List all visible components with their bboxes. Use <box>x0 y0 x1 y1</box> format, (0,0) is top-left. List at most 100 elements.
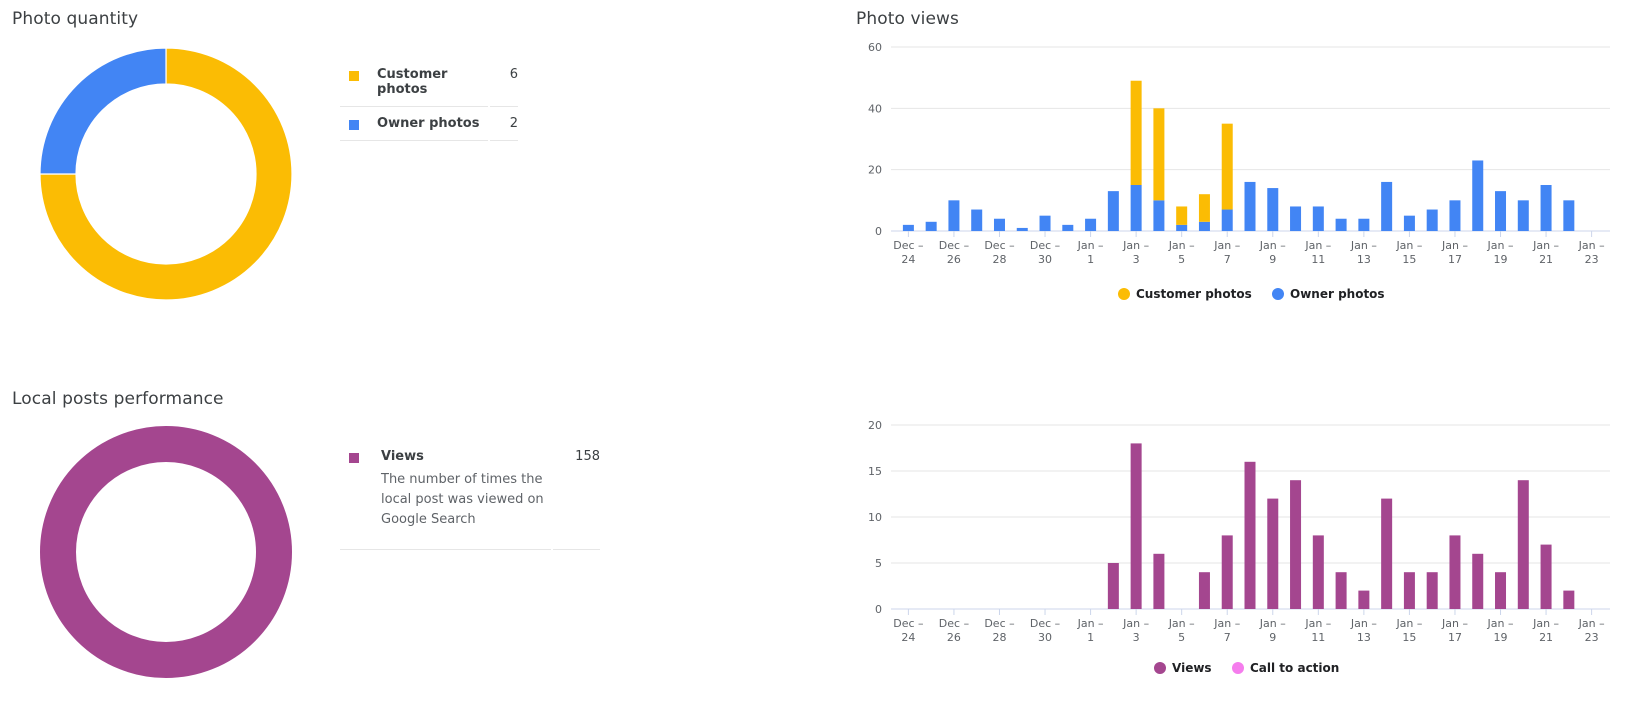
bar-owner-photos[interactable] <box>1085 218 1097 231</box>
bar-views[interactable] <box>1244 461 1256 609</box>
bar-owner-photos[interactable] <box>993 218 1005 231</box>
x-tick-label: Jan – <box>1168 617 1195 630</box>
legend-dot-icon <box>1272 288 1284 300</box>
x-tick-label: 7 <box>1224 631 1231 644</box>
bar-views[interactable] <box>1312 535 1324 609</box>
bar-views[interactable] <box>1472 553 1484 609</box>
bar-owner-photos[interactable] <box>1290 206 1302 231</box>
legend-label: Customer photos <box>377 58 489 107</box>
bar-views[interactable] <box>1495 572 1507 609</box>
bar-owner-photos[interactable] <box>1563 200 1575 231</box>
bar-owner-photos[interactable] <box>1517 200 1529 231</box>
x-tick-label: 24 <box>901 631 915 644</box>
bar-views[interactable] <box>1449 535 1461 609</box>
bar-owner-photos[interactable] <box>1403 215 1415 231</box>
x-tick-label: 15 <box>1402 631 1416 644</box>
bar-owner-photos[interactable] <box>1540 185 1552 231</box>
local-posts-donut-chart <box>40 426 292 678</box>
bar-views[interactable] <box>1335 572 1347 609</box>
x-tick-label: Jan – <box>1487 239 1514 252</box>
bar-owner-photos[interactable] <box>1358 218 1370 231</box>
bar-views[interactable] <box>1517 480 1529 609</box>
bar-owner-photos[interactable] <box>1335 218 1347 231</box>
bar-owner-photos[interactable] <box>1039 215 1051 231</box>
bar-owner-photos[interactable] <box>1426 209 1438 231</box>
bar-owner-photos[interactable] <box>1221 209 1233 231</box>
bar-owner-photos[interactable] <box>1449 200 1461 231</box>
owner-photos-swatch-icon <box>349 120 359 130</box>
bar-owner-photos[interactable] <box>1381 181 1393 231</box>
x-tick-label: Jan – <box>1213 617 1240 630</box>
bar-owner-photos[interactable] <box>1176 224 1188 231</box>
legend-row-owner-photos: Owner photos 2 <box>340 107 518 141</box>
x-tick-label: Jan – <box>1441 617 1468 630</box>
bar-owner-photos[interactable] <box>1244 181 1256 231</box>
bar-owner-photos[interactable] <box>1198 221 1210 231</box>
x-tick-label: 1 <box>1087 253 1094 266</box>
bar-owner-photos[interactable] <box>902 224 914 231</box>
bar-owner-photos[interactable] <box>948 200 960 231</box>
y-tick-label: 0 <box>875 603 882 616</box>
bar-owner-photos[interactable] <box>1312 206 1324 231</box>
x-tick-label: Dec – <box>984 617 1014 630</box>
x-tick-label: 28 <box>992 253 1006 266</box>
bar-owner-photos[interactable] <box>1107 191 1119 231</box>
x-tick-label: 28 <box>992 631 1006 644</box>
bar-customer-photos[interactable] <box>1198 194 1210 222</box>
legend-value: 158 <box>553 440 600 550</box>
bar-views[interactable] <box>1290 480 1302 609</box>
x-tick-label: 21 <box>1539 253 1553 266</box>
x-tick-label: Jan – <box>1532 617 1559 630</box>
legend-dot-icon <box>1118 288 1130 300</box>
bar-views[interactable] <box>1540 544 1552 609</box>
x-tick-label: Jan – <box>1122 617 1149 630</box>
bar-views[interactable] <box>1403 572 1415 609</box>
bar-customer-photos[interactable] <box>1221 123 1233 210</box>
bar-owner-photos[interactable] <box>1153 200 1165 231</box>
legend-description: The number of times the local post was v… <box>381 472 544 527</box>
bar-owner-photos[interactable] <box>1267 188 1279 231</box>
bar-owner-photos[interactable] <box>971 209 983 231</box>
bar-views[interactable] <box>1563 590 1575 609</box>
bar-views[interactable] <box>1221 535 1233 609</box>
x-tick-label: Dec – <box>1030 617 1060 630</box>
photo-views-bar-chart: 0204060Dec –24Dec –26Dec –28Dec –30Jan –… <box>868 41 1610 301</box>
bar-views[interactable] <box>1107 563 1119 609</box>
legend-row-customer-photos: Customer photos 6 <box>340 58 518 107</box>
x-tick-label: 13 <box>1357 253 1371 266</box>
chart-legend-item-customer-photos[interactable]: Customer photos <box>1118 287 1252 301</box>
bar-owner-photos[interactable] <box>1016 227 1028 231</box>
bar-views[interactable] <box>1130 443 1142 609</box>
x-tick-label: Jan – <box>1350 617 1377 630</box>
chart-legend-item-call-to-action[interactable]: Call to action <box>1232 661 1339 675</box>
bar-views[interactable] <box>1358 590 1370 609</box>
bar-owner-photos[interactable] <box>1062 224 1074 231</box>
chart-legend-label: Call to action <box>1250 661 1339 675</box>
legend-dot-icon <box>1232 662 1244 674</box>
x-tick-label: 30 <box>1038 631 1052 644</box>
bar-views[interactable] <box>1198 572 1210 609</box>
bar-owner-photos[interactable] <box>925 221 937 231</box>
x-tick-label: 17 <box>1448 253 1462 266</box>
chart-legend-item-views[interactable]: Views <box>1154 661 1212 675</box>
bar-owner-photos[interactable] <box>1495 191 1507 231</box>
x-tick-label: 9 <box>1269 253 1276 266</box>
x-tick-label: Jan – <box>1532 239 1559 252</box>
bar-views[interactable] <box>1153 553 1165 609</box>
local-posts-bar-chart: 05101520Dec –24Dec –26Dec –28Dec –30Jan … <box>868 419 1610 675</box>
bar-customer-photos[interactable] <box>1176 206 1188 225</box>
x-tick-label: 24 <box>901 253 915 266</box>
chart-legend-item-owner-photos[interactable]: Owner photos <box>1272 287 1385 301</box>
x-tick-label: Jan – <box>1578 239 1605 252</box>
bar-owner-photos[interactable] <box>1130 185 1142 231</box>
y-tick-label: 5 <box>875 557 882 570</box>
x-tick-label: 26 <box>947 253 961 266</box>
bar-customer-photos[interactable] <box>1130 80 1142 185</box>
x-tick-label: 21 <box>1539 631 1553 644</box>
bar-owner-photos[interactable] <box>1472 160 1484 231</box>
bar-views[interactable] <box>1426 572 1438 609</box>
bar-customer-photos[interactable] <box>1153 108 1165 201</box>
bar-views[interactable] <box>1381 498 1393 609</box>
bar-views[interactable] <box>1267 498 1279 609</box>
x-tick-label: Jan – <box>1395 239 1422 252</box>
